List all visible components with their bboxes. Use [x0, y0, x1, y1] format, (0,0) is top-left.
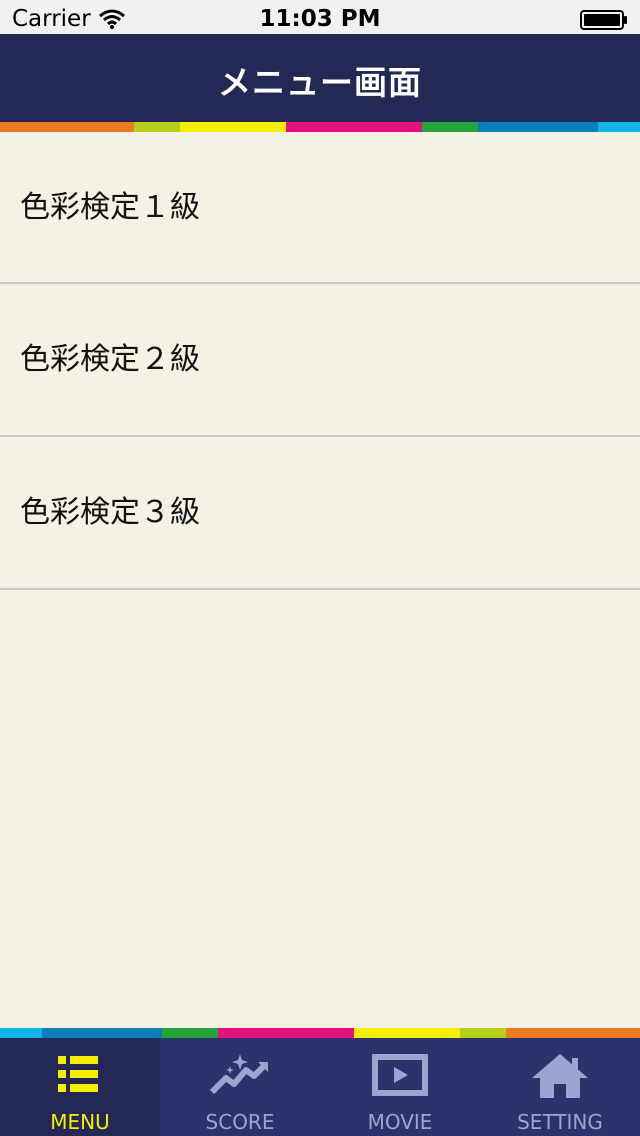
- stripe-segment: [460, 1028, 506, 1038]
- stripe-segment: [180, 122, 286, 132]
- stripe-segment: [354, 1028, 460, 1038]
- battery-icon: [580, 10, 627, 30]
- menu-item-level-3[interactable]: 色彩検定３級: [0, 437, 640, 590]
- tab-movie[interactable]: MOVIE: [320, 1038, 480, 1136]
- navigation-bar: メニュー画面: [0, 34, 640, 122]
- menu-item-label: 色彩検定１級: [20, 190, 200, 225]
- stripe-segment: [0, 1028, 42, 1038]
- stripe-segment: [134, 122, 180, 132]
- menu-item-level-2[interactable]: 色彩検定２級: [0, 284, 640, 437]
- stripe-segment: [162, 1028, 218, 1038]
- stripe-segment: [0, 122, 134, 132]
- tab-label: MOVIE: [367, 1110, 433, 1134]
- menu-item-label: 色彩検定３級: [20, 495, 200, 530]
- page-title: メニュー画面: [218, 63, 422, 102]
- status-time: 11:03 PM: [259, 6, 381, 32]
- menu-item-label: 色彩検定２級: [20, 342, 200, 377]
- home-icon: [532, 1054, 588, 1098]
- stripe-segment: [218, 1028, 354, 1038]
- menu-item-level-1[interactable]: 色彩検定１級: [0, 132, 640, 284]
- chart-trend-icon: [209, 1054, 268, 1095]
- tab-label: MENU: [50, 1110, 110, 1134]
- list-icon: [58, 1056, 98, 1092]
- stripe-segment: [506, 1028, 640, 1038]
- play-icon: [372, 1054, 428, 1096]
- stripe-segment: [598, 122, 640, 132]
- color-stripe-bottom: [0, 1028, 640, 1038]
- stripe-segment: [422, 122, 478, 132]
- color-stripe-top: [0, 122, 640, 132]
- stripe-segment: [42, 1028, 162, 1038]
- tab-label: SCORE: [205, 1110, 275, 1134]
- tab-menu[interactable]: MENU: [0, 1038, 160, 1136]
- tab-label: SETTING: [517, 1110, 603, 1134]
- tab-setting[interactable]: SETTING: [480, 1038, 640, 1136]
- stripe-segment: [478, 122, 598, 132]
- stripe-segment: [286, 122, 422, 132]
- menu-list: 色彩検定１級 色彩検定２級 色彩検定３級: [0, 132, 640, 590]
- tab-bar: MENU SCORE MOVIE SETTING: [0, 1038, 640, 1136]
- tab-score[interactable]: SCORE: [160, 1038, 320, 1136]
